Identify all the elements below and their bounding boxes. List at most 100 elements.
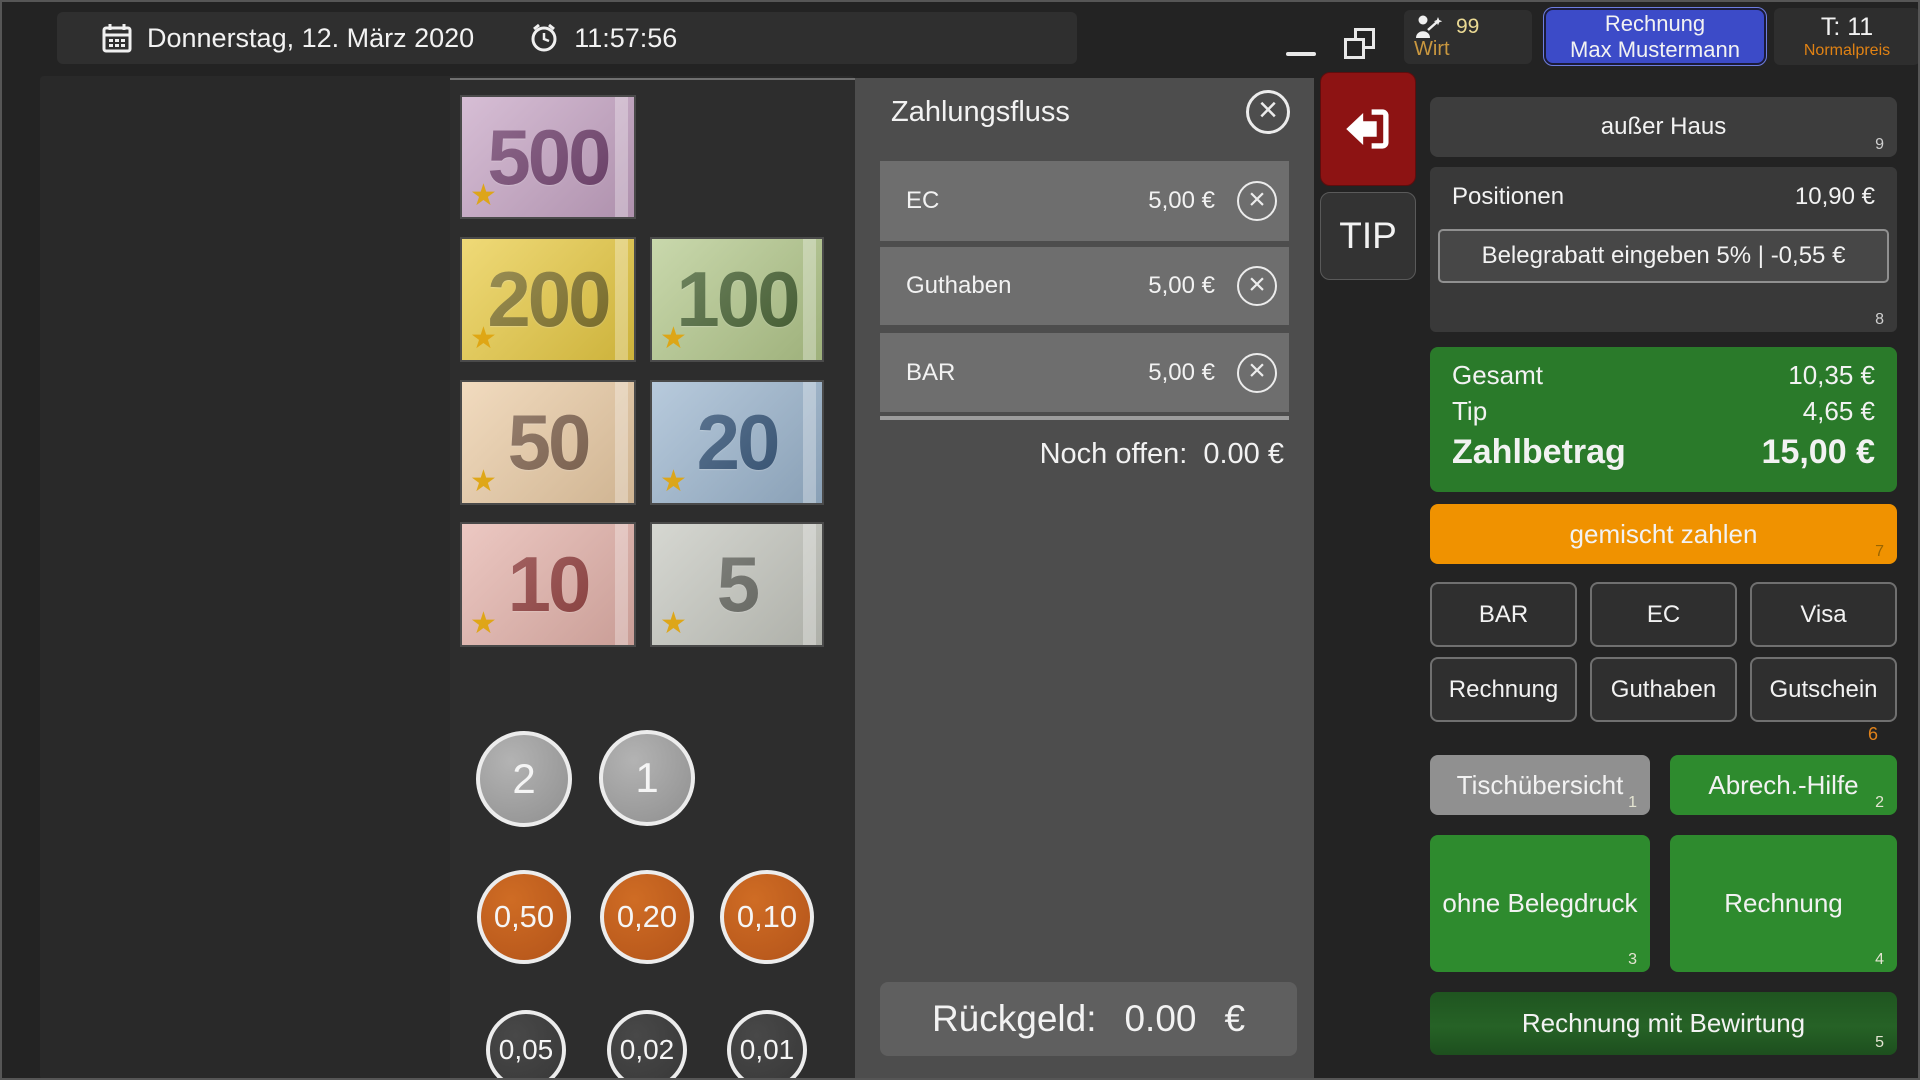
pay-rechnung-button[interactable]: Rechnung: [1430, 657, 1577, 722]
tip-button[interactable]: TIP: [1320, 192, 1416, 280]
coin-002-button[interactable]: 0,02: [607, 1010, 687, 1080]
payment-amount: 5,00 €: [1148, 272, 1215, 300]
note-10-value: 10: [508, 539, 589, 630]
minimize-button[interactable]: [1286, 52, 1316, 56]
positions-row: Positionen 10,90 €: [1452, 183, 1875, 211]
ausser-haus-label: außer Haus: [1601, 113, 1726, 141]
pay-ec-button[interactable]: EC: [1590, 582, 1737, 647]
badge-1: 1: [1628, 794, 1637, 812]
badge-8: 8: [1875, 311, 1884, 329]
note-200-value: 200: [487, 254, 608, 345]
exit-payment-button[interactable]: [1320, 72, 1416, 186]
open-amount-row: Noch offen: 0.00 €: [1040, 438, 1284, 471]
zahlbetrag-label: Zahlbetrag: [1452, 429, 1626, 475]
mixed-payment-button[interactable]: gemischt zahlen 7: [1430, 504, 1897, 564]
coin-010-button[interactable]: 0,10: [720, 870, 814, 964]
gesamt-value: 10,35 €: [1788, 357, 1875, 393]
note-10-button[interactable]: 10: [460, 522, 636, 647]
coin-050-value: 0,50: [494, 899, 554, 935]
user-icon: [1414, 14, 1444, 40]
pay-rechnung-label: Rechnung: [1449, 676, 1558, 704]
coin-001-value: 0,01: [740, 1034, 795, 1066]
note-5-button[interactable]: 5: [650, 522, 824, 647]
coin-020-value: 0,20: [617, 899, 677, 935]
badge-4: 4: [1875, 951, 1884, 969]
note-200-button[interactable]: 200: [460, 237, 636, 362]
invoice-mode-line1: Rechnung: [1605, 11, 1705, 37]
table-overview-label: Tischübersicht: [1457, 770, 1624, 801]
coin-005-button[interactable]: 0,05: [486, 1010, 566, 1080]
coin-010-value: 0,10: [737, 899, 797, 935]
badge-9: 9: [1875, 136, 1884, 154]
pos-window: Donnerstag, 12. März 2020 11:57:56 99 Wi…: [0, 0, 1920, 1080]
pay-gutschein-label: Gutschein: [1769, 676, 1877, 704]
zahlbetrag-value: 15,00 €: [1762, 429, 1875, 475]
payment-method: BAR: [906, 359, 955, 387]
close-payment-flow-button[interactable]: [1246, 90, 1290, 134]
invoice-button[interactable]: Rechnung 4: [1670, 835, 1897, 972]
coin-005-value: 0,05: [499, 1034, 554, 1066]
zahlbetrag-row: Zahlbetrag 15,00 €: [1452, 429, 1875, 475]
invoice-hospitality-button[interactable]: Rechnung mit Bewirtung 5: [1430, 992, 1897, 1055]
coin-001-button[interactable]: 0,01: [727, 1010, 807, 1080]
payment-method: EC: [906, 187, 939, 215]
payment-amount: 5,00 €: [1148, 187, 1215, 215]
operator-panel[interactable]: 99 Wirt: [1404, 10, 1532, 64]
calendar-icon: [101, 22, 133, 54]
table-overview-button[interactable]: Tischübersicht 1: [1430, 755, 1650, 815]
coin-1-button[interactable]: 1: [599, 730, 695, 826]
price-level: Normalpreis: [1804, 42, 1890, 60]
remove-payment-ec-button[interactable]: [1237, 181, 1277, 221]
change-label: Rückgeld:: [932, 998, 1097, 1040]
note-20-value: 20: [697, 397, 778, 488]
payment-entry-row: Guthaben 5,00 €: [880, 247, 1289, 325]
note-20-button[interactable]: 20: [650, 380, 824, 505]
invoice-label: Rechnung: [1724, 888, 1843, 919]
coin-050-button[interactable]: 0,50: [477, 870, 571, 964]
gesamt-label: Gesamt: [1452, 357, 1543, 393]
pay-gutschein-button[interactable]: Gutschein: [1750, 657, 1897, 722]
note-500-button[interactable]: 500: [460, 95, 636, 219]
no-receipt-button[interactable]: ohne Belegdruck 3: [1430, 835, 1650, 972]
pay-bar-button[interactable]: BAR: [1430, 582, 1577, 647]
payment-entry-row: EC 5,00 €: [880, 161, 1289, 241]
badge-5: 5: [1875, 1034, 1884, 1052]
invoice-mode-button[interactable]: Rechnung Max Mustermann: [1544, 8, 1766, 65]
pay-visa-button[interactable]: Visa: [1750, 582, 1897, 647]
badge-7: 7: [1875, 543, 1884, 561]
coin-002-value: 0,02: [620, 1034, 675, 1066]
totals-panel: Gesamt 10,35 € Tip 4,65 € Zahlbetrag 15,…: [1430, 347, 1897, 492]
payment-amount: 5,00 €: [1148, 359, 1215, 387]
operator-role: Wirt: [1414, 38, 1522, 61]
euro-star-icon: [470, 321, 497, 356]
receipt-discount-button[interactable]: Belegrabatt eingeben 5% | -0,55 €: [1438, 229, 1889, 283]
euro-star-icon: [470, 178, 497, 213]
settlement-help-label: Abrech.-Hilfe: [1708, 770, 1858, 801]
pay-guthaben-label: Guthaben: [1611, 676, 1716, 704]
euro-star-icon: [660, 321, 687, 356]
ausser-haus-button[interactable]: außer Haus 9: [1430, 97, 1897, 157]
pay-ec-label: EC: [1647, 601, 1680, 629]
badge-6: 6: [1868, 724, 1878, 745]
coin-020-button[interactable]: 0,20: [600, 870, 694, 964]
tip-row-label: Tip: [1452, 393, 1487, 429]
table-panel[interactable]: T: 11 Normalpreis: [1774, 8, 1920, 65]
gesamt-row: Gesamt 10,35 €: [1452, 357, 1875, 393]
note-50-button[interactable]: 50: [460, 380, 636, 505]
coin-2-value: 2: [512, 755, 535, 803]
remove-payment-guthaben-button[interactable]: [1237, 266, 1277, 306]
settlement-help-button[interactable]: Abrech.-Hilfe 2: [1670, 755, 1897, 815]
restore-window-button[interactable]: [1344, 28, 1380, 64]
coin-2-button[interactable]: 2: [476, 731, 572, 827]
note-100-button[interactable]: 100: [650, 237, 824, 362]
change-currency: €: [1224, 998, 1245, 1040]
no-receipt-label: ohne Belegdruck: [1442, 888, 1637, 919]
remove-payment-bar-button[interactable]: [1237, 353, 1277, 393]
pay-guthaben-button[interactable]: Guthaben: [1590, 657, 1737, 722]
tip-row-value: 4,65 €: [1803, 393, 1875, 429]
pay-visa-label: Visa: [1800, 601, 1846, 629]
change-value: 0.00: [1124, 998, 1196, 1040]
change-display: Rückgeld: 0.00 €: [880, 982, 1297, 1056]
note-50-value: 50: [508, 397, 589, 488]
mixed-payment-label: gemischt zahlen: [1570, 519, 1758, 550]
